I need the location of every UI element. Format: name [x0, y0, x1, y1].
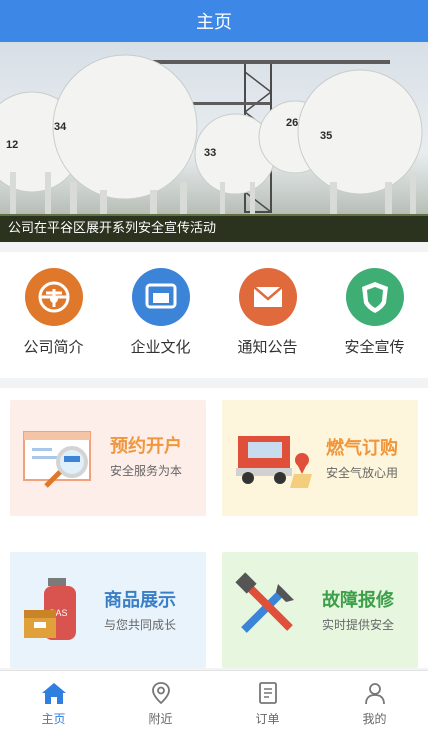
page-header: 主页 [0, 0, 428, 42]
page-title: 主页 [196, 12, 232, 33]
delivery-truck-icon [236, 436, 312, 488]
banner-carousel[interactable]: 12 34 33 26 35 公司在平谷区展开系列安全宣传活动 [0, 42, 428, 242]
tab-profile[interactable]: 我的 [321, 671, 428, 730]
tank-number: 33 [204, 147, 216, 159]
tab-nearby[interactable]: 附近 [107, 671, 214, 730]
location-pin-icon [151, 682, 170, 705]
tools-icon [235, 572, 294, 633]
card-title: 燃气订购 [326, 438, 398, 459]
quick-link-label: 企业文化 [130, 338, 191, 356]
card-products[interactable]: GAS 商品展示 与您共同成长 [10, 552, 206, 668]
tank-number: 34 [54, 121, 67, 133]
card-repair[interactable]: 故障报修 实时提供安全 [222, 552, 418, 668]
tank-number: 35 [320, 130, 332, 142]
card-title: 预约开户 [110, 436, 182, 457]
card-appointment[interactable]: 预约开户 安全服务为本 [10, 400, 206, 516]
card-subtitle: 安全气放心用 [326, 466, 399, 480]
tab-label: 我的 [362, 712, 387, 726]
card-subtitle: 与您共同成长 [104, 618, 177, 632]
service-cards: 预约开户 安全服务为本 燃气订购 安全气放心用 GAS 商品展示 与您共同成长 [0, 388, 428, 668]
tab-orders[interactable]: 订单 [214, 671, 321, 730]
tab-home[interactable]: 主页 [0, 671, 107, 730]
gas-cylinder-box-icon: GAS [24, 578, 76, 640]
shield-icon [345, 268, 404, 326]
order-document-icon [258, 682, 277, 704]
banner-caption: 公司在平谷区展开系列安全宣传活动 [0, 216, 428, 242]
card-title: 商品展示 [104, 590, 176, 611]
tab-label: 主页 [41, 712, 66, 726]
browser-magnifier-icon [23, 431, 91, 488]
gas-tank-photo: 12 34 33 26 35 [0, 54, 428, 242]
quick-link-company-intro[interactable]: 公司简介 [0, 252, 107, 378]
quick-link-label: 通知公告 [237, 338, 298, 356]
tank-number: 12 [6, 139, 18, 151]
quick-link-culture[interactable]: 企业文化 [107, 252, 214, 378]
card-gas-order[interactable]: 燃气订购 安全气放心用 [222, 400, 418, 516]
envelope-icon [238, 268, 297, 326]
culture-icon [131, 268, 190, 326]
home-icon [41, 683, 66, 704]
card-subtitle: 安全服务为本 [110, 464, 183, 478]
company-icon [24, 268, 83, 326]
tank-number: 26 [286, 117, 298, 129]
bottom-tab-bar: 主页 附近 订单 我的 [0, 670, 428, 730]
tab-label: 附近 [148, 712, 173, 726]
quick-link-row: 公司简介 企业文化 通知公告 安全宣传 [0, 252, 428, 378]
quick-link-label: 公司简介 [23, 338, 84, 356]
card-subtitle: 实时提供安全 [322, 618, 395, 632]
card-title: 故障报修 [322, 590, 394, 611]
quick-link-label: 安全宣传 [344, 338, 405, 356]
user-icon [364, 683, 385, 705]
tab-label: 订单 [255, 712, 280, 726]
quick-link-safety[interactable]: 安全宣传 [321, 252, 428, 378]
quick-link-notice[interactable]: 通知公告 [214, 252, 321, 378]
